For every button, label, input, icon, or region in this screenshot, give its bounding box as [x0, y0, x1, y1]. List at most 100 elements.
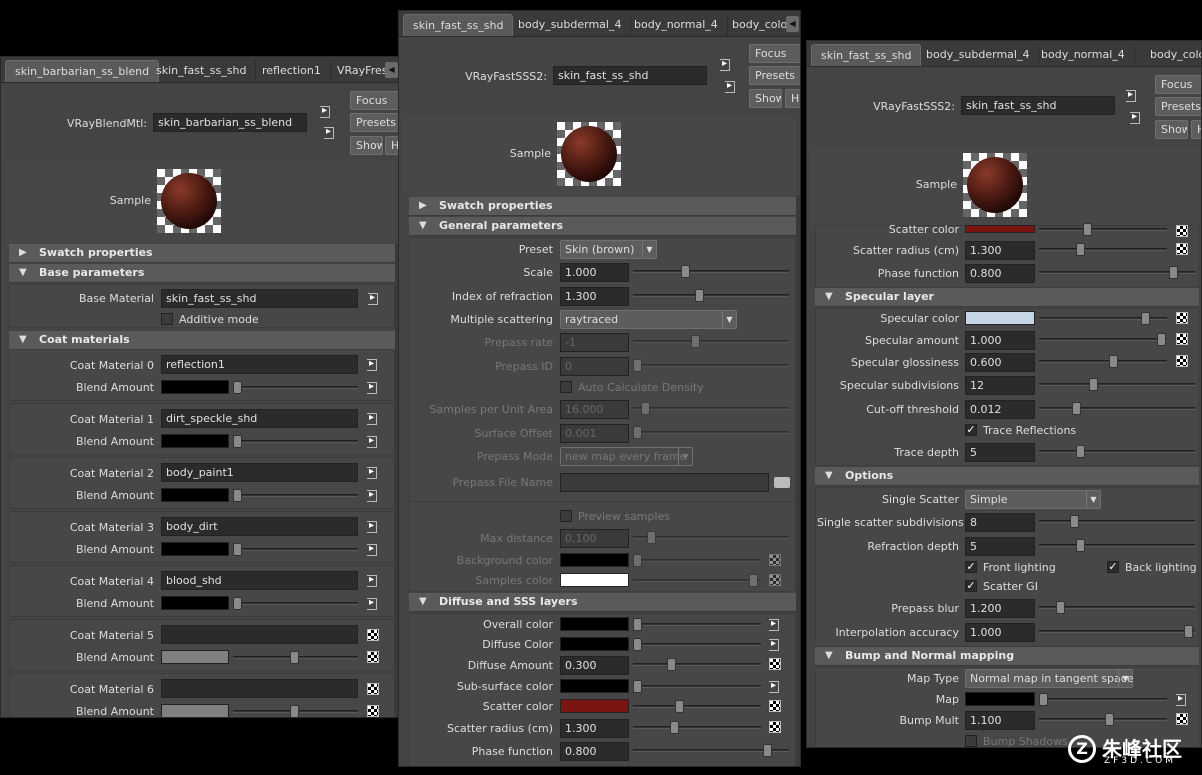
section-specular-layer[interactable]: ▼ Specular layer [815, 288, 1199, 307]
cut-off-threshold-slider[interactable] [1039, 402, 1195, 415]
blend-amount-connect-icon[interactable] [366, 380, 380, 394]
slider-handle[interactable] [1141, 312, 1150, 325]
coat-material-connect-icon[interactable] [366, 411, 380, 425]
prepass-mode-dropdown[interactable]: new map every frame ▼ [560, 447, 693, 466]
sub-surface-color-swatch[interactable] [560, 679, 629, 693]
sub-surface-color-slider[interactable] [633, 680, 761, 693]
samples-per-unit-area-slider[interactable] [633, 402, 789, 415]
slider-handle[interactable] [1076, 243, 1085, 256]
blend-amount-slider[interactable] [233, 489, 358, 502]
blend-amount-swatch[interactable] [161, 380, 229, 394]
scatter-color-swatch[interactable] [965, 225, 1035, 233]
show-button[interactable]: Show [350, 136, 383, 155]
show-button[interactable]: Show [749, 89, 782, 108]
single-scatter-dropdown[interactable]: Simple ▼ [965, 490, 1101, 509]
slider-handle[interactable] [233, 597, 242, 610]
slider-handle[interactable] [633, 618, 642, 631]
slider-handle[interactable] [633, 680, 642, 693]
coat-material-field[interactable]: blood_shd [161, 571, 358, 590]
prepass-id-field[interactable]: 0 [560, 357, 629, 376]
tab-scroll-left-icon[interactable]: ◀ [786, 16, 799, 32]
slider-handle[interactable] [233, 435, 242, 448]
presets-button[interactable]: Presets [1155, 97, 1201, 116]
slider-handle[interactable] [233, 489, 242, 502]
blend-amount-slider[interactable] [233, 597, 358, 610]
prepass-blur-field[interactable]: 1.200 [965, 599, 1035, 618]
phase-function-slider[interactable] [1039, 266, 1195, 279]
coat-material-connect-icon[interactable] [366, 465, 380, 479]
slider-handle[interactable] [1169, 266, 1178, 279]
tab-skin-fast-ss-shd[interactable]: skin_fast_ss_shd [811, 44, 922, 66]
slider-handle[interactable] [695, 289, 704, 302]
preset-dropdown[interactable]: Skin (brown) ▼ [560, 240, 657, 259]
slider-handle[interactable] [1105, 713, 1114, 726]
sample-swatch[interactable] [157, 169, 221, 233]
trace-reflections-checkbox[interactable]: ✓ [965, 424, 977, 436]
texture-map-icon[interactable] [367, 705, 379, 717]
interpolation-accuracy-slider[interactable] [1039, 625, 1195, 638]
blend-amount-swatch[interactable] [161, 434, 229, 448]
slider-handle[interactable] [633, 426, 642, 439]
slider-handle[interactable] [1184, 625, 1193, 638]
auto-calculate-density-checkbox[interactable] [560, 381, 572, 393]
bump-mult-slider[interactable] [1039, 713, 1167, 726]
interpolation-accuracy-field[interactable]: 1.000 [965, 623, 1035, 642]
scatter-color-slider[interactable] [1039, 223, 1167, 236]
overall-color-slider[interactable] [633, 618, 761, 631]
ior-field[interactable]: 1.300 [560, 287, 629, 306]
tab-body-normal-4[interactable]: body_normal_4 [1032, 44, 1135, 66]
phase-function-slider[interactable] [633, 744, 789, 757]
tab-body-normal-4[interactable]: body_normal_4 [625, 14, 728, 36]
scatter-radius-field[interactable]: 1.300 [965, 241, 1035, 260]
diffuse-amount-slider[interactable] [633, 658, 761, 671]
slider-handle[interactable] [290, 651, 299, 664]
samples-color-swatch[interactable] [560, 573, 629, 587]
focus-button[interactable]: Focus [350, 91, 399, 110]
slider-handle[interactable] [633, 638, 642, 651]
material-name-field[interactable]: skin_fast_ss_shd [961, 96, 1115, 115]
coat-material-field[interactable]: dirt_speckle_shd [161, 409, 358, 428]
map-connect-icon[interactable] [1175, 692, 1189, 706]
max-distance-field[interactable]: 0.100 [560, 529, 629, 548]
diffuse-color-swatch[interactable] [560, 637, 629, 651]
map-swatch[interactable] [965, 692, 1035, 706]
tab-skin-barbarian-ss-blend[interactable]: skin_barbarian_ss_blend [5, 60, 160, 82]
sample-swatch[interactable] [963, 153, 1027, 217]
show-button[interactable]: Show [1155, 120, 1188, 139]
blend-amount-swatch[interactable] [161, 596, 229, 610]
texture-map-icon[interactable] [1176, 713, 1188, 725]
section-diffuse-and-sss-layers[interactable]: ▼ Diffuse and SSS layers [409, 593, 796, 612]
tab-body-color[interactable]: body_color [1141, 44, 1201, 66]
tab-body-subdermal-4[interactable]: body_subdermal_4 [509, 14, 632, 36]
bump-mult-field[interactable]: 1.100 [965, 711, 1035, 730]
texture-map-icon[interactable] [367, 651, 379, 663]
map-connect-icon[interactable] [768, 679, 782, 693]
specular-color-slider[interactable] [1039, 312, 1167, 325]
specular-glossiness-field[interactable]: 0.600 [965, 353, 1035, 372]
presets-button[interactable]: Presets [749, 66, 800, 85]
section-swatch-properties[interactable]: ▶ Swatch properties [9, 244, 395, 263]
slider-handle[interactable] [633, 554, 642, 567]
scale-slider[interactable] [633, 265, 789, 278]
coat-material-field[interactable]: body_dirt [161, 517, 358, 536]
coat-material-field[interactable] [161, 679, 358, 698]
trace-depth-slider[interactable] [1039, 445, 1195, 458]
bump-shadows-checkbox[interactable] [965, 735, 977, 747]
presets-button[interactable]: Presets [350, 113, 399, 132]
diffuse-color-slider[interactable] [633, 638, 761, 651]
texture-map-icon[interactable] [769, 658, 781, 670]
texture-map-icon[interactable] [1176, 225, 1188, 237]
texture-map-icon[interactable] [1176, 333, 1188, 345]
slider-handle[interactable] [1056, 601, 1065, 614]
refraction-depth-slider[interactable] [1039, 539, 1195, 552]
max-distance-slider[interactable] [633, 531, 789, 544]
map-connect-icon[interactable] [768, 617, 782, 631]
slider-handle[interactable] [1083, 223, 1092, 236]
preview-samples-checkbox[interactable] [560, 510, 572, 522]
blend-amount-swatch[interactable] [161, 542, 229, 556]
slider-handle[interactable] [1076, 539, 1085, 552]
output-connection-icon[interactable] [323, 125, 337, 139]
section-options[interactable]: ▼ Options [815, 467, 1199, 486]
input-connection-icon[interactable] [719, 57, 733, 71]
map-slider[interactable] [1039, 693, 1167, 706]
